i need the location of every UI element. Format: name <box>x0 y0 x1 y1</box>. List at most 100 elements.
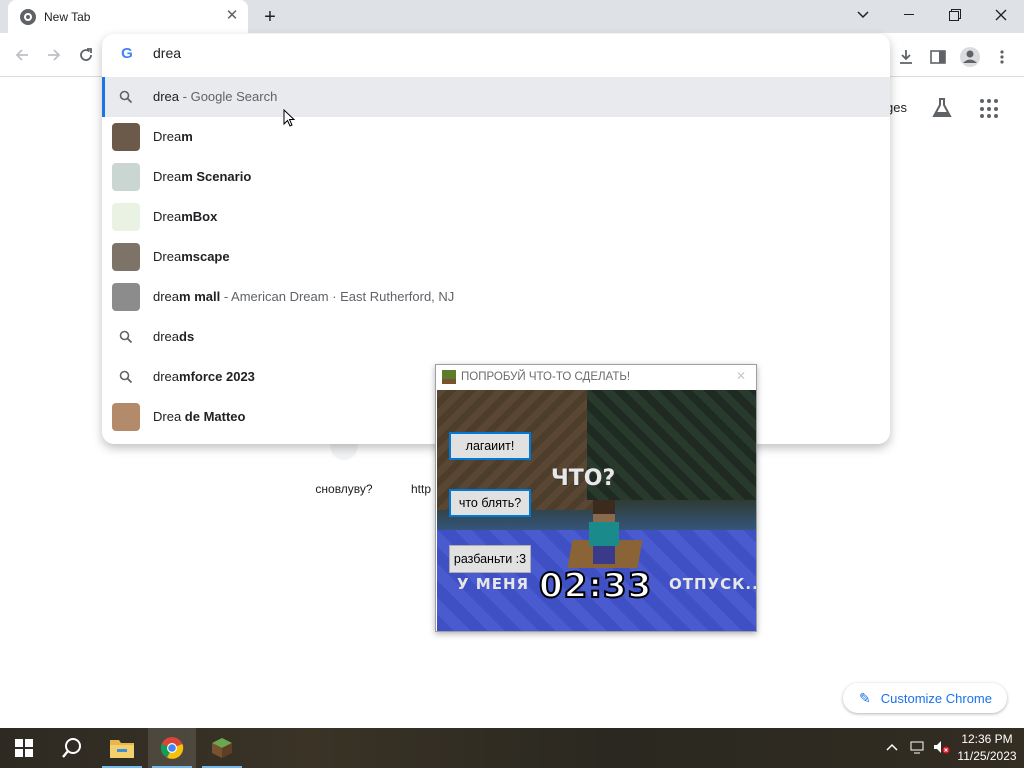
reload-icon <box>80 48 92 61</box>
clock-time: 12:36 PM <box>961 732 1013 746</box>
close-window-button[interactable] <box>978 0 1024 30</box>
forward-button[interactable] <box>42 45 66 69</box>
close-icon <box>995 9 1007 21</box>
suggestion-completion: m Scenario <box>181 169 252 184</box>
reload-button[interactable] <box>74 45 98 69</box>
suggestion-text: dream mall - American Dream · East Ruthe… <box>153 289 454 304</box>
windows-logo-icon <box>15 739 33 757</box>
network-icon[interactable] <box>910 740 926 757</box>
google-apps-icon[interactable] <box>980 99 1000 119</box>
popup-title-bar[interactable]: ПОПРОБУЙ ЧТО-ТО СДЕЛАТЬ! ✕ <box>436 365 756 389</box>
search-button[interactable] <box>48 728 96 768</box>
suggestion-completion: mscape <box>181 249 230 264</box>
suggestion-row[interactable]: dreads <box>102 317 890 357</box>
popup-title: ПОПРОБУЙ ЧТО-ТО СДЕЛАТЬ! <box>461 371 631 383</box>
unban-button[interactable]: разбаньти :3 <box>449 545 531 573</box>
search-icon <box>119 90 133 104</box>
mouse-cursor-icon <box>283 108 296 127</box>
suggestion-completion: m <box>181 129 193 144</box>
suggestion-text: drea - Google Search <box>153 89 277 104</box>
download-icon <box>900 50 912 64</box>
suggestion-row[interactable]: dream mall - American Dream · East Ruthe… <box>102 277 890 317</box>
popup-window[interactable]: ПОПРОБУЙ ЧТО-ТО СДЕЛАТЬ! ✕ ЧТО? У МЕНЯ О… <box>435 364 757 632</box>
tab-search-button[interactable] <box>840 0 886 30</box>
google-g-icon: G <box>121 45 133 62</box>
suggestion-typed: drea <box>153 329 180 344</box>
suggestion-typed: Drea <box>153 129 182 144</box>
suggestion-subtitle: - Google Search <box>179 89 278 104</box>
chrome-taskbar-button[interactable] <box>148 728 196 768</box>
profile-button[interactable] <box>956 43 984 71</box>
suggestion-text: dreamforce 2023 <box>153 369 255 384</box>
suggestion-text: dreads <box>153 329 194 344</box>
caption-right: ОТПУСК... <box>669 575 756 593</box>
volume-muted-icon[interactable] <box>933 740 951 757</box>
suggestion-row[interactable]: Dreamscape <box>102 237 890 277</box>
minecraft-taskbar-button[interactable] <box>198 728 246 768</box>
shortcut-label-2[interactable]: http <box>411 482 431 496</box>
overlay-text: ЧТО? <box>551 466 616 491</box>
suggestion-text: Dream <box>153 129 193 144</box>
menu-button[interactable] <box>988 43 1016 71</box>
suggestion-row[interactable]: Dream <box>102 117 890 157</box>
search-icon <box>62 738 81 758</box>
suggestion-completion: mBox <box>181 209 218 224</box>
suggestion-row[interactable]: Dream Scenario <box>102 157 890 197</box>
suggestion-typed: drea <box>153 289 180 304</box>
search-icon <box>119 330 133 344</box>
side-panel-icon <box>930 50 946 64</box>
side-panel-button[interactable] <box>924 43 952 71</box>
new-tab-button[interactable]: + <box>258 5 282 29</box>
caption-left: У МЕНЯ <box>457 575 530 593</box>
omnibox[interactable]: G drea <box>102 34 890 76</box>
downloads-button[interactable] <box>892 43 920 71</box>
minimize-button[interactable] <box>886 0 932 30</box>
suggestion-typed: Drea <box>153 209 182 224</box>
thumbnail-dream-mall <box>112 283 140 311</box>
avatar-icon <box>960 47 980 67</box>
suggestion-text: Drea de Matteo <box>153 409 245 424</box>
suggestion-completion: ds <box>179 329 195 344</box>
suggestion-row[interactable]: drea - Google Search <box>102 77 890 117</box>
kebab-menu-icon <box>1000 50 1004 64</box>
grass-block-icon <box>212 738 232 758</box>
omnibox-input[interactable]: drea <box>153 45 181 61</box>
shortcut-label[interactable]: сновлуву? <box>300 482 388 496</box>
forward-arrow-icon <box>48 49 61 61</box>
flask-icon <box>932 98 952 117</box>
back-button[interactable] <box>10 45 34 69</box>
tray-overflow-icon[interactable] <box>886 740 898 755</box>
search-icon <box>119 370 133 384</box>
close-icon[interactable]: ✕ <box>736 369 746 383</box>
suggestion-typed: drea <box>153 369 180 384</box>
chevron-down-icon <box>857 11 869 19</box>
grass-block-icon <box>442 370 456 384</box>
system-clock[interactable]: 12:36 PM 11/25/2023 <box>954 731 1020 765</box>
suggestion-subtitle: - American Dream · East Rutherford, NJ <box>220 289 455 304</box>
restore-icon <box>949 9 961 21</box>
start-button[interactable] <box>0 728 48 768</box>
suggestion-completion: m mall <box>179 289 221 304</box>
tab-close-icon[interactable]: ✕ <box>224 8 240 24</box>
tab-title: New Tab <box>44 9 91 24</box>
pencil-icon: ✎ <box>859 689 871 706</box>
file-explorer-button[interactable] <box>98 728 146 768</box>
thumbnail-dreamscape <box>112 243 140 271</box>
suggestion-row[interactable]: DreamBox <box>102 197 890 237</box>
suggestion-typed: Drea <box>153 249 182 264</box>
countdown-timer: 02:33 <box>538 565 653 607</box>
game-scene-image: ЧТО? У МЕНЯ ОТПУСК... 02:33 лагаиит! что… <box>437 390 756 631</box>
minimize-icon <box>904 14 914 15</box>
lag-button[interactable]: лагаиит! <box>449 432 531 460</box>
chrome-tab-icon <box>20 8 36 25</box>
what-button[interactable]: что блять? <box>449 489 531 517</box>
suggestion-typed: Drea <box>153 169 182 184</box>
suggestion-typed: Drea <box>153 409 185 424</box>
labs-button[interactable] <box>930 96 954 120</box>
tab-new-tab[interactable]: New Tab ✕ <box>8 0 248 33</box>
suggestion-text: DreamBox <box>153 209 217 224</box>
suggestion-completion: mforce 2023 <box>179 369 255 384</box>
thumbnail-dream-scenario <box>112 163 140 191</box>
customize-chrome-button[interactable]: ✎ Customize Chrome <box>843 683 1007 713</box>
restore-button[interactable] <box>932 0 978 30</box>
